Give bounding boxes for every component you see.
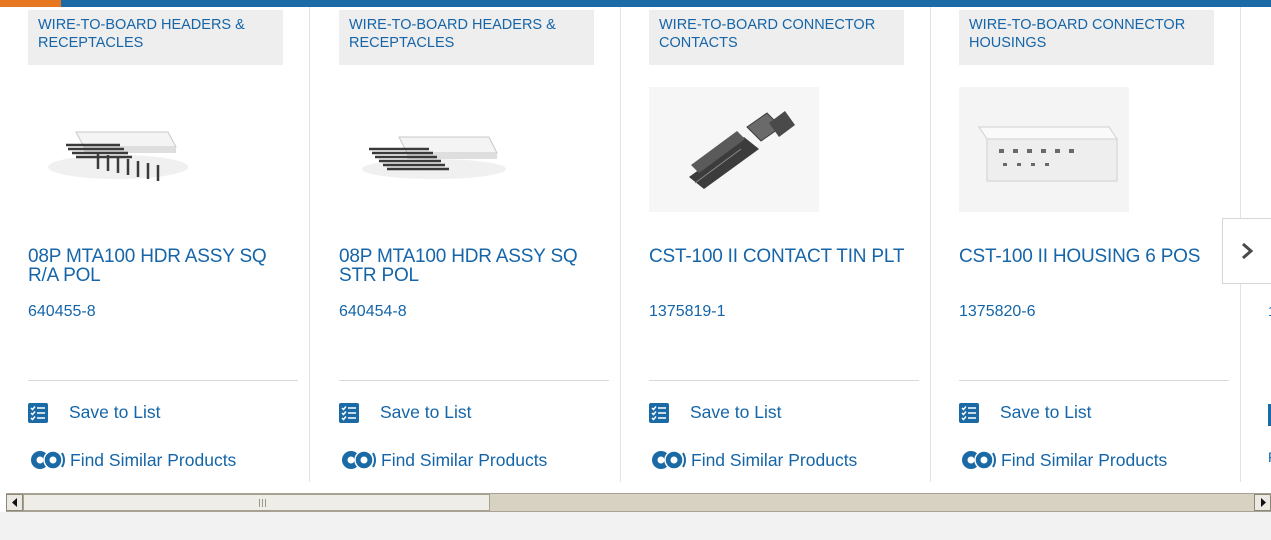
find-similar-label: Find Similar Products (381, 449, 548, 470)
save-to-list-button[interactable]: Save to List (649, 402, 781, 423)
save-to-list-label: Save to List (690, 402, 782, 422)
category-label[interactable]: WIRE-TO-BOARD HEADERS & RECEPTACLES (28, 10, 283, 65)
divider (649, 380, 919, 381)
find-similar-label: Find Similar Products (1001, 449, 1168, 470)
straight-header-image[interactable] (339, 87, 509, 212)
find-similar-label: Find Similar Products (691, 449, 858, 470)
category-label[interactable]: WIRE-TO-BOARD HEADERS & RECEPTACLES (339, 10, 594, 65)
save-to-list-label: Save to List (69, 402, 161, 422)
page-footer-area (0, 512, 1271, 540)
save-to-list-label: Save to List (380, 402, 472, 422)
checklist-icon (339, 402, 359, 423)
arrow-left-icon (11, 498, 17, 507)
divider (28, 380, 298, 381)
divider (959, 380, 1229, 381)
crimp-contact-image[interactable] (649, 87, 819, 212)
horizontal-scrollbar[interactable] (6, 493, 1271, 512)
category-label[interactable]: WIRE-TO-BOARD CONNECTOR HOUSINGS (959, 10, 1214, 65)
category-label[interactable]: WIRE-TO-BOARD CONNECTOR CONTACTS (649, 10, 904, 65)
gears-icon (28, 448, 68, 472)
carousel-next-button[interactable] (1222, 218, 1271, 284)
save-to-list-button[interactable]: Save to List (959, 402, 1091, 423)
arrow-right-icon (1260, 498, 1266, 507)
scrollbar-grip (259, 499, 267, 507)
product-carousel: WIRE-TO-BOARD HEADERS & RECEPTACLES 08P … (0, 7, 1271, 482)
checklist-icon (28, 402, 48, 423)
part-number[interactable]: 640454-8 (339, 303, 407, 321)
scrollbar-thumb[interactable] (23, 494, 490, 511)
find-similar-products-button[interactable]: Find Similar Products (959, 448, 1167, 472)
scroll-left-button[interactable] (6, 494, 23, 511)
divider (339, 380, 609, 381)
product-title[interactable]: 08P MTA100 HDR ASSY SQ STR POL (339, 247, 601, 285)
part-number[interactable]: 1375820-6 (959, 303, 1036, 321)
checklist-icon (649, 402, 669, 423)
product-card: WIRE-TO-BOARD CONNECTOR HOUSINGS CST-100… (931, 7, 1241, 482)
card-divider (309, 7, 310, 482)
save-to-list-label: Save to List (1000, 402, 1092, 422)
gears-icon (959, 448, 999, 472)
gears-icon (339, 448, 379, 472)
product-title[interactable]: CST-100 II HOUSING 6 POS (959, 247, 1221, 266)
product-card: WIRE-TO-BOARD CONNECTOR CONTACTS CST-100… (621, 7, 931, 482)
save-to-list-button[interactable]: Save to List (339, 402, 471, 423)
product-title[interactable]: 08P MTA100 HDR ASSY SQ R/A POL (28, 247, 290, 285)
find-similar-products-button[interactable]: Find Similar Products (649, 448, 857, 472)
product-card: WIRE-TO-BOARD HEADERS & RECEPTACLES 08P … (311, 7, 621, 482)
find-similar-label: Find Similar Products (70, 449, 237, 470)
right-angle-header-image[interactable] (28, 87, 198, 212)
chevron-right-icon (1242, 242, 1254, 260)
find-similar-products-button[interactable]: Find Similar Products (28, 448, 236, 472)
product-card: WIRE-TO-BOARD HEADERS & RECEPTACLES 08P … (0, 7, 310, 482)
part-number[interactable]: 1375819-1 (649, 303, 726, 321)
gears-icon (649, 448, 689, 472)
checklist-icon (959, 402, 979, 423)
active-indicator (0, 0, 61, 7)
product-title[interactable]: CST-100 II CONTACT TIN PLT (649, 247, 911, 266)
top-accent-bar (0, 0, 1271, 7)
connector-housing-image[interactable] (959, 87, 1129, 212)
save-to-list-button[interactable]: Save to List (28, 402, 160, 423)
scroll-right-button[interactable] (1254, 494, 1271, 511)
find-similar-products-button[interactable]: Find Similar Products (339, 448, 547, 472)
part-number[interactable]: 640455-8 (28, 303, 96, 321)
